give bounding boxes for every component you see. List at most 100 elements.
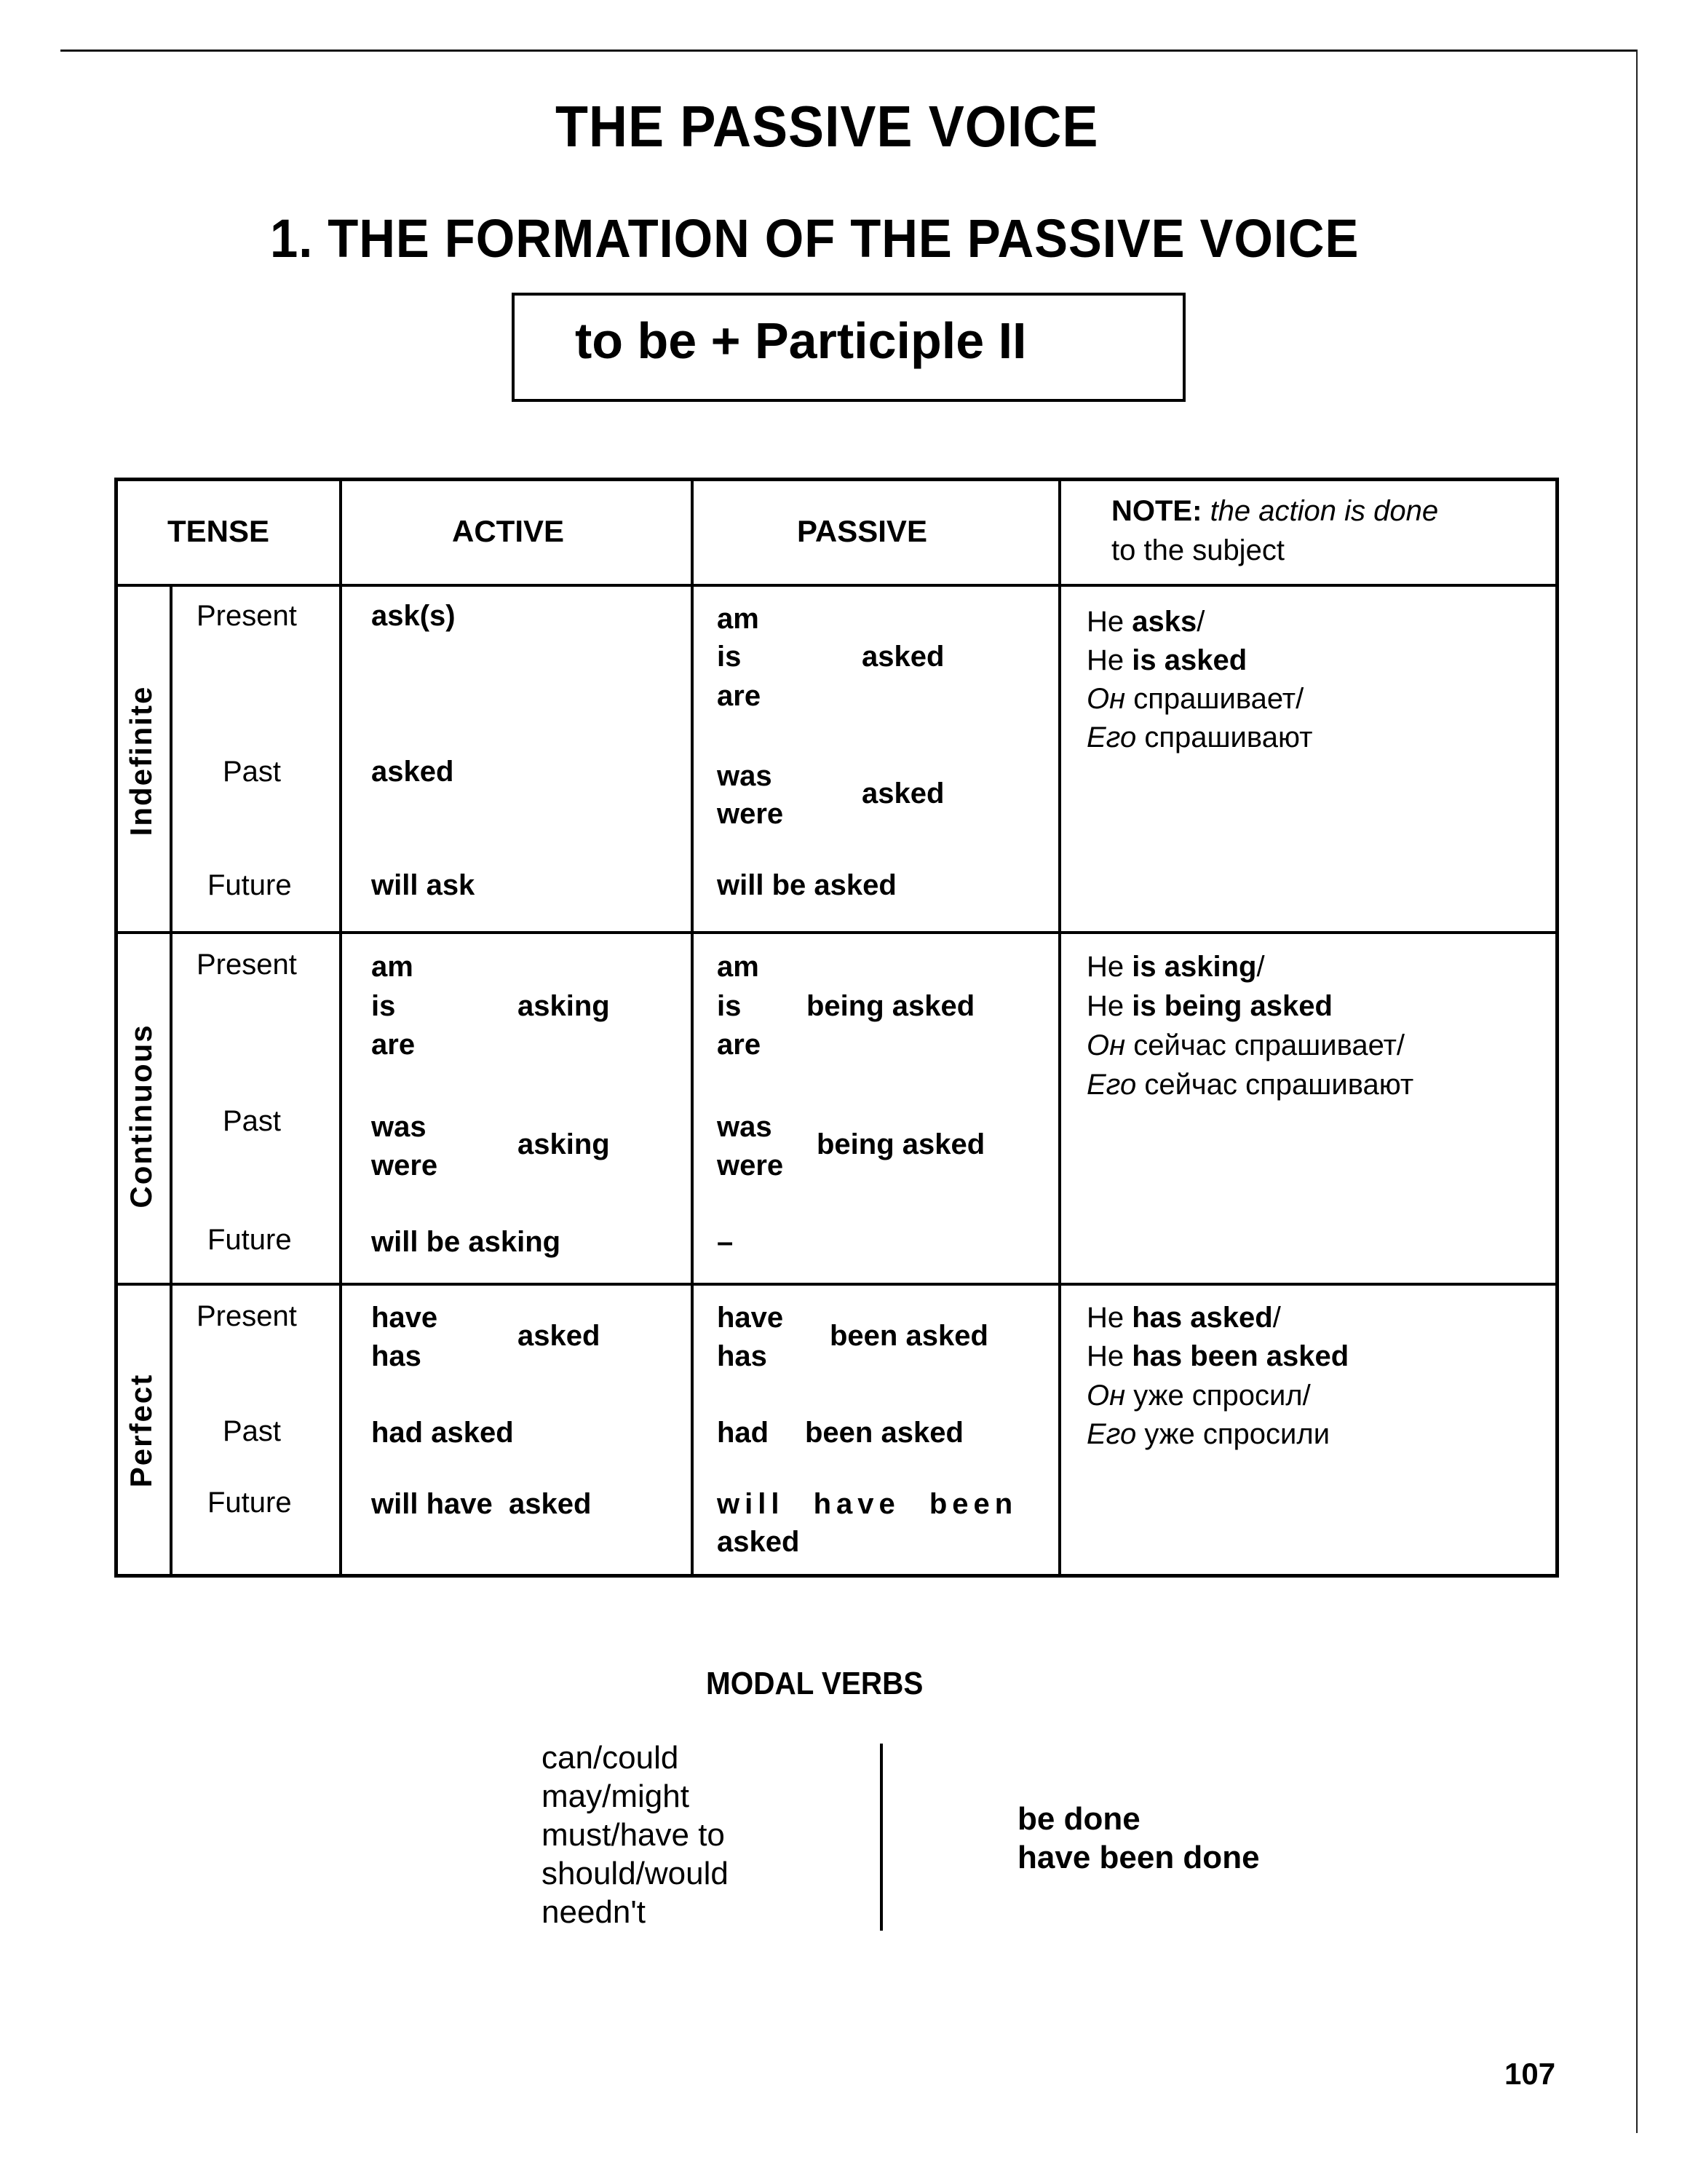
example-ru-verb: уже спросили bbox=[1136, 1418, 1330, 1450]
modal-verb: must/have to bbox=[541, 1817, 725, 1853]
section-title: 1. THE FORMATION OF THE PASSIVE VOICE bbox=[270, 208, 1360, 269]
indefinite-divider bbox=[114, 931, 1559, 934]
group-label-divider bbox=[170, 585, 172, 1575]
passive-form: asked bbox=[717, 1526, 800, 1558]
example-ru-pronoun: Он bbox=[1087, 683, 1126, 715]
active-aux: has bbox=[371, 1340, 421, 1372]
example-slash: / bbox=[1272, 1302, 1281, 1334]
tense-label: Present bbox=[197, 1300, 297, 1332]
note-label: NOTE: bbox=[1111, 495, 1202, 527]
example-verb: is being asked bbox=[1132, 990, 1333, 1022]
modal-verb: should/would bbox=[541, 1856, 729, 1891]
tense-label: Past bbox=[223, 1105, 282, 1137]
passive-main: been asked bbox=[805, 1417, 964, 1449]
page-top-rule bbox=[60, 50, 1638, 52]
active-aux: was bbox=[371, 1111, 427, 1143]
active-form: had asked bbox=[371, 1417, 514, 1449]
passive-aux: am bbox=[717, 951, 759, 983]
example-subject: He bbox=[1087, 1340, 1132, 1372]
passive-aux: is bbox=[717, 990, 742, 1022]
modal-verb: may/might bbox=[541, 1779, 689, 1814]
group-label-indefinite: Indefinite bbox=[124, 685, 158, 836]
active-aux: is bbox=[371, 990, 396, 1022]
example-ru-pronoun: Он bbox=[1087, 1380, 1126, 1412]
header-note-line2: to the subject bbox=[1111, 534, 1285, 566]
modal-verb: needn't bbox=[541, 1894, 646, 1930]
example-ru-verb: сейчас спрашивает/ bbox=[1125, 1029, 1405, 1061]
tense-label: Future bbox=[207, 1224, 292, 1256]
active-form: ask(s) bbox=[371, 600, 456, 632]
active-aux: were bbox=[371, 1150, 438, 1182]
modal-verb: can/could bbox=[541, 1740, 679, 1776]
active-form: asked bbox=[371, 756, 454, 788]
group-label-continuous: Continuous bbox=[124, 1024, 158, 1208]
modal-form: be done bbox=[1017, 1801, 1140, 1837]
example-line-ru: Его спрашивают bbox=[1087, 723, 1312, 752]
active-main: asked bbox=[517, 1320, 600, 1352]
active-main: asking bbox=[517, 1128, 610, 1160]
example-subject: He bbox=[1087, 951, 1132, 983]
modal-form: have been done bbox=[1017, 1840, 1260, 1875]
page-right-rule bbox=[1636, 50, 1638, 2133]
example-ru-verb: сейчас спрашивают bbox=[1136, 1069, 1414, 1101]
passive-column-divider bbox=[1058, 478, 1061, 1577]
active-aux: am bbox=[371, 951, 413, 983]
tense-column-divider bbox=[339, 478, 342, 1577]
example-ru-pronoun: Его bbox=[1087, 721, 1137, 753]
example-subject: He bbox=[1087, 1302, 1132, 1334]
passive-aux: were bbox=[717, 1150, 784, 1182]
example-slash: / bbox=[1256, 951, 1265, 983]
tense-label: Past bbox=[223, 1415, 282, 1447]
example-ru-verb: уже спросил/ bbox=[1125, 1380, 1311, 1412]
page-title: THE PASSIVE VOICE bbox=[555, 94, 1099, 159]
header-active: ACTIVE bbox=[452, 514, 565, 548]
note-text: the action is done bbox=[1210, 495, 1439, 527]
example-line: He is asked bbox=[1087, 646, 1247, 675]
passive-form-empty: – bbox=[717, 1226, 734, 1258]
table-border-left bbox=[114, 478, 118, 1578]
passive-form: will have been bbox=[717, 1488, 1018, 1520]
header-passive: PASSIVE bbox=[797, 514, 927, 548]
table-border-bottom bbox=[114, 1574, 1559, 1578]
example-line: He asks/ bbox=[1087, 607, 1205, 636]
active-aux: are bbox=[371, 1029, 416, 1061]
example-ru-verb: спрашивает/ bbox=[1125, 683, 1304, 715]
tense-label: Future bbox=[207, 1487, 292, 1519]
table-border-top bbox=[114, 478, 1559, 481]
formula-text: to be + Participle II bbox=[575, 312, 1027, 369]
passive-main: being asked bbox=[806, 990, 975, 1022]
active-column-divider bbox=[691, 478, 694, 1577]
example-line-ru: Он сейчас спрашивает/ bbox=[1087, 1031, 1405, 1060]
table-border-right bbox=[1555, 478, 1559, 1578]
header-tense: TENSE bbox=[167, 514, 270, 548]
passive-aux: had bbox=[717, 1417, 769, 1449]
example-slash: / bbox=[1197, 606, 1205, 638]
passive-aux: am bbox=[717, 603, 759, 635]
example-ru-pronoun: Его bbox=[1087, 1069, 1137, 1101]
active-form: will have asked bbox=[371, 1488, 592, 1520]
active-form: will ask bbox=[371, 869, 475, 901]
passive-main: been asked bbox=[830, 1320, 988, 1352]
example-line: He has asked/ bbox=[1087, 1303, 1281, 1332]
passive-form: will be asked bbox=[717, 869, 897, 901]
passive-aux: have bbox=[717, 1302, 784, 1334]
page-number: 107 bbox=[1504, 2057, 1556, 2091]
example-line-ru: Он спрашивает/ bbox=[1087, 684, 1304, 713]
passive-aux: was bbox=[717, 760, 772, 792]
passive-aux: are bbox=[717, 1029, 761, 1061]
continuous-divider bbox=[114, 1283, 1559, 1286]
modal-passive-forms: be done have been done bbox=[1017, 1800, 1260, 1877]
passive-main: being asked bbox=[817, 1128, 985, 1160]
example-verb: has been asked bbox=[1132, 1340, 1349, 1372]
modal-verb-list: can/could may/might must/have to should/… bbox=[541, 1738, 729, 1931]
example-line-ru: Его уже спросили bbox=[1087, 1420, 1330, 1449]
example-subject: He bbox=[1087, 990, 1132, 1022]
example-line: He is being asked bbox=[1087, 992, 1333, 1021]
active-main: asking bbox=[517, 990, 610, 1022]
tense-label: Present bbox=[197, 600, 297, 632]
tense-label: Present bbox=[197, 949, 297, 981]
active-aux: have bbox=[371, 1302, 438, 1334]
example-line: He is asking/ bbox=[1087, 952, 1265, 981]
passive-aux: has bbox=[717, 1340, 767, 1372]
passive-aux: are bbox=[717, 680, 761, 712]
